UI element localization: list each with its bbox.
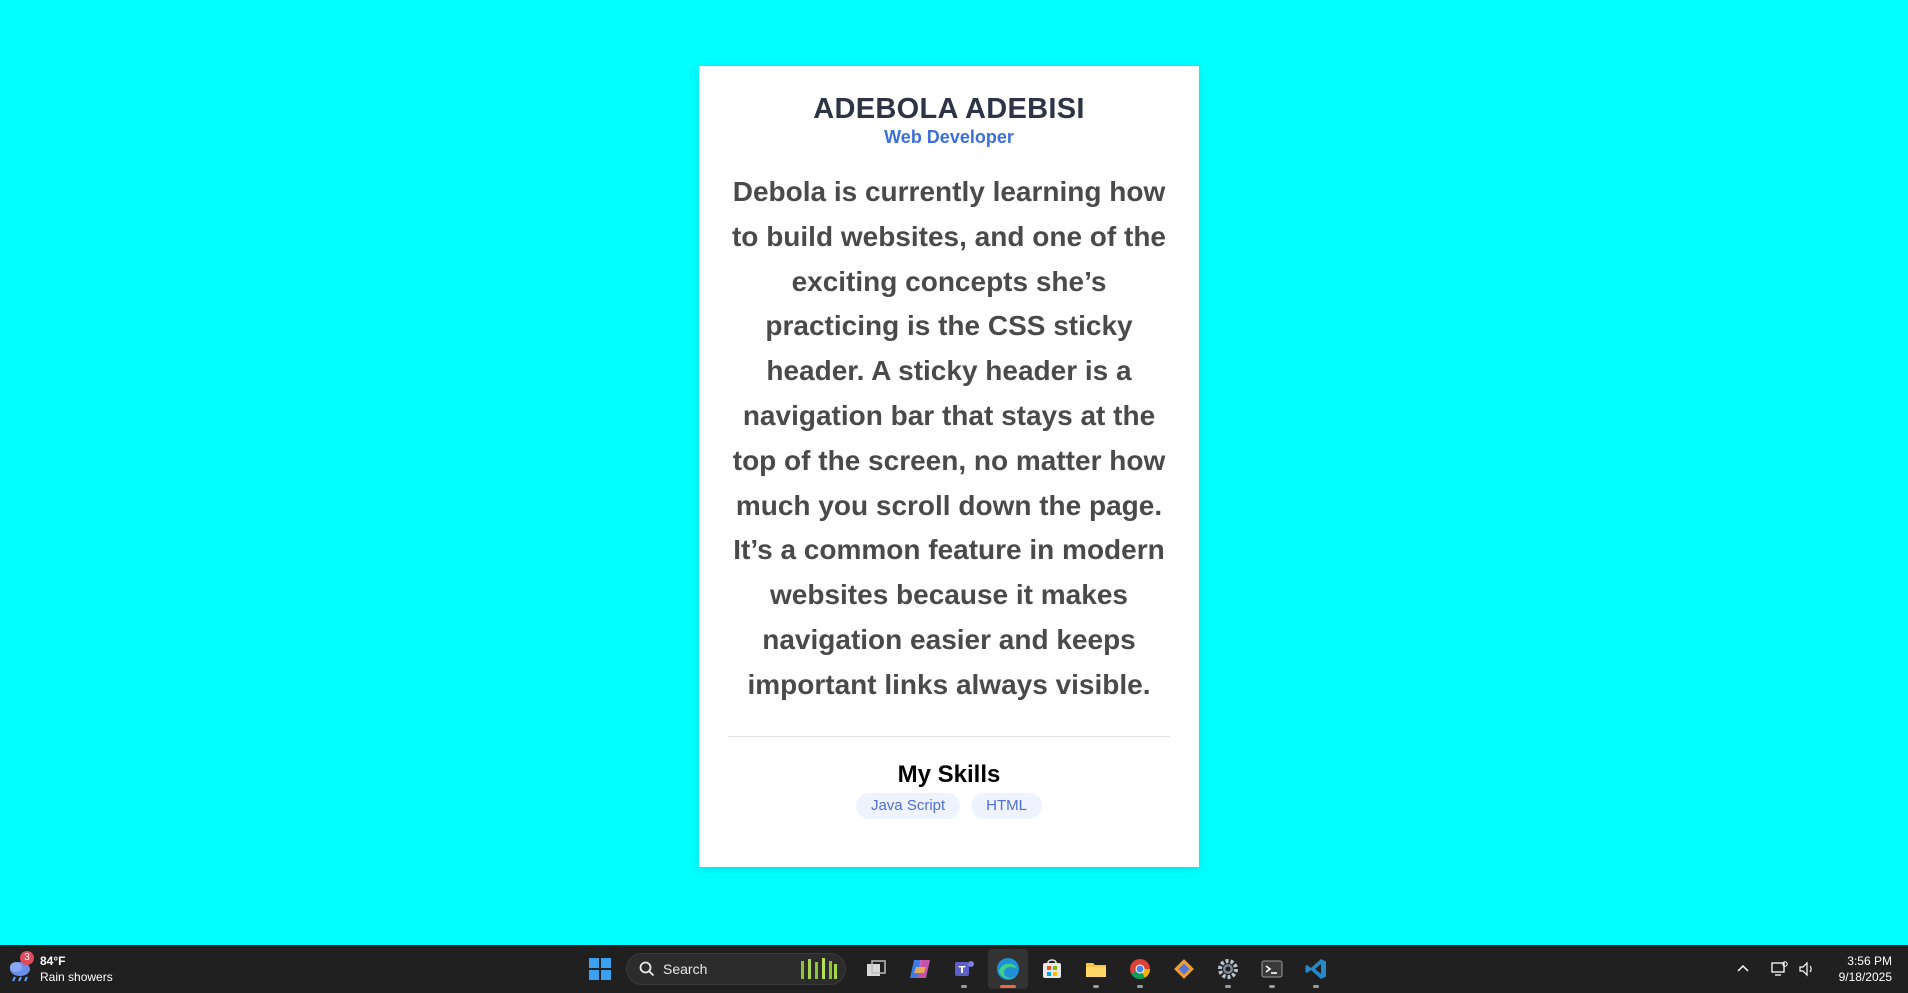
divider bbox=[728, 735, 1170, 737]
weather-temp: 84°F bbox=[40, 954, 66, 968]
skill-tag: Java Script bbox=[855, 792, 961, 819]
taskbar: 3 84°F Rain showers Search T 3:56 PM 9/1… bbox=[0, 945, 1908, 993]
start-icon[interactable] bbox=[580, 949, 620, 989]
teams-icon[interactable]: T bbox=[944, 949, 984, 989]
chrome-icon[interactable] bbox=[1120, 949, 1160, 989]
svg-text:T: T bbox=[959, 965, 966, 976]
terminal-icon[interactable] bbox=[1252, 949, 1292, 989]
skills-title: My Skills bbox=[897, 760, 1001, 788]
volume-icon[interactable] bbox=[1795, 957, 1819, 981]
file-explorer-icon[interactable] bbox=[1076, 949, 1116, 989]
git-icon[interactable] bbox=[1164, 949, 1204, 989]
taskbar-apps: Search T bbox=[578, 949, 1338, 989]
taskbar-search[interactable]: Search bbox=[626, 953, 846, 985]
chevron-up-icon[interactable] bbox=[1731, 957, 1755, 981]
search-label: Search bbox=[663, 961, 708, 977]
profile-card: ADEBOLA ADEBISI Web Developer Debola is … bbox=[699, 66, 1199, 867]
profile-role: Web Developer bbox=[884, 127, 1014, 147]
copilot-icon[interactable] bbox=[900, 949, 940, 989]
weather-badge: 3 bbox=[20, 951, 34, 965]
browser-viewport: ADEBOLA ADEBISI Web Developer Debola is … bbox=[0, 0, 1908, 945]
search-icon bbox=[639, 961, 655, 977]
weather-condition: Rain showers bbox=[40, 970, 113, 984]
clock-time: 3:56 PM bbox=[1847, 954, 1892, 968]
vscode-icon[interactable] bbox=[1296, 949, 1336, 989]
network-icon[interactable] bbox=[1767, 957, 1791, 981]
store-icon[interactable] bbox=[1032, 949, 1072, 989]
clock[interactable]: 3:56 PM 9/18/2025 bbox=[1839, 953, 1892, 985]
skill-tag: HTML bbox=[971, 792, 1043, 819]
skills-list: Java Script HTML bbox=[728, 792, 1170, 819]
settings-icon[interactable] bbox=[1208, 949, 1248, 989]
profile-name: ADEBOLA ADEBISI bbox=[813, 93, 1085, 125]
system-tray: 3:56 PM 9/18/2025 bbox=[1729, 945, 1908, 993]
task-view-icon[interactable] bbox=[856, 949, 896, 989]
edge-icon[interactable] bbox=[988, 949, 1028, 989]
search-highlight-icon bbox=[801, 958, 837, 979]
weather-rain-icon: 3 bbox=[6, 951, 34, 983]
profile-bio: Debola is currently learning how to buil… bbox=[731, 176, 1166, 700]
weather-widget[interactable]: 3 84°F Rain showers bbox=[6, 951, 113, 987]
clock-date: 9/18/2025 bbox=[1838, 970, 1892, 984]
